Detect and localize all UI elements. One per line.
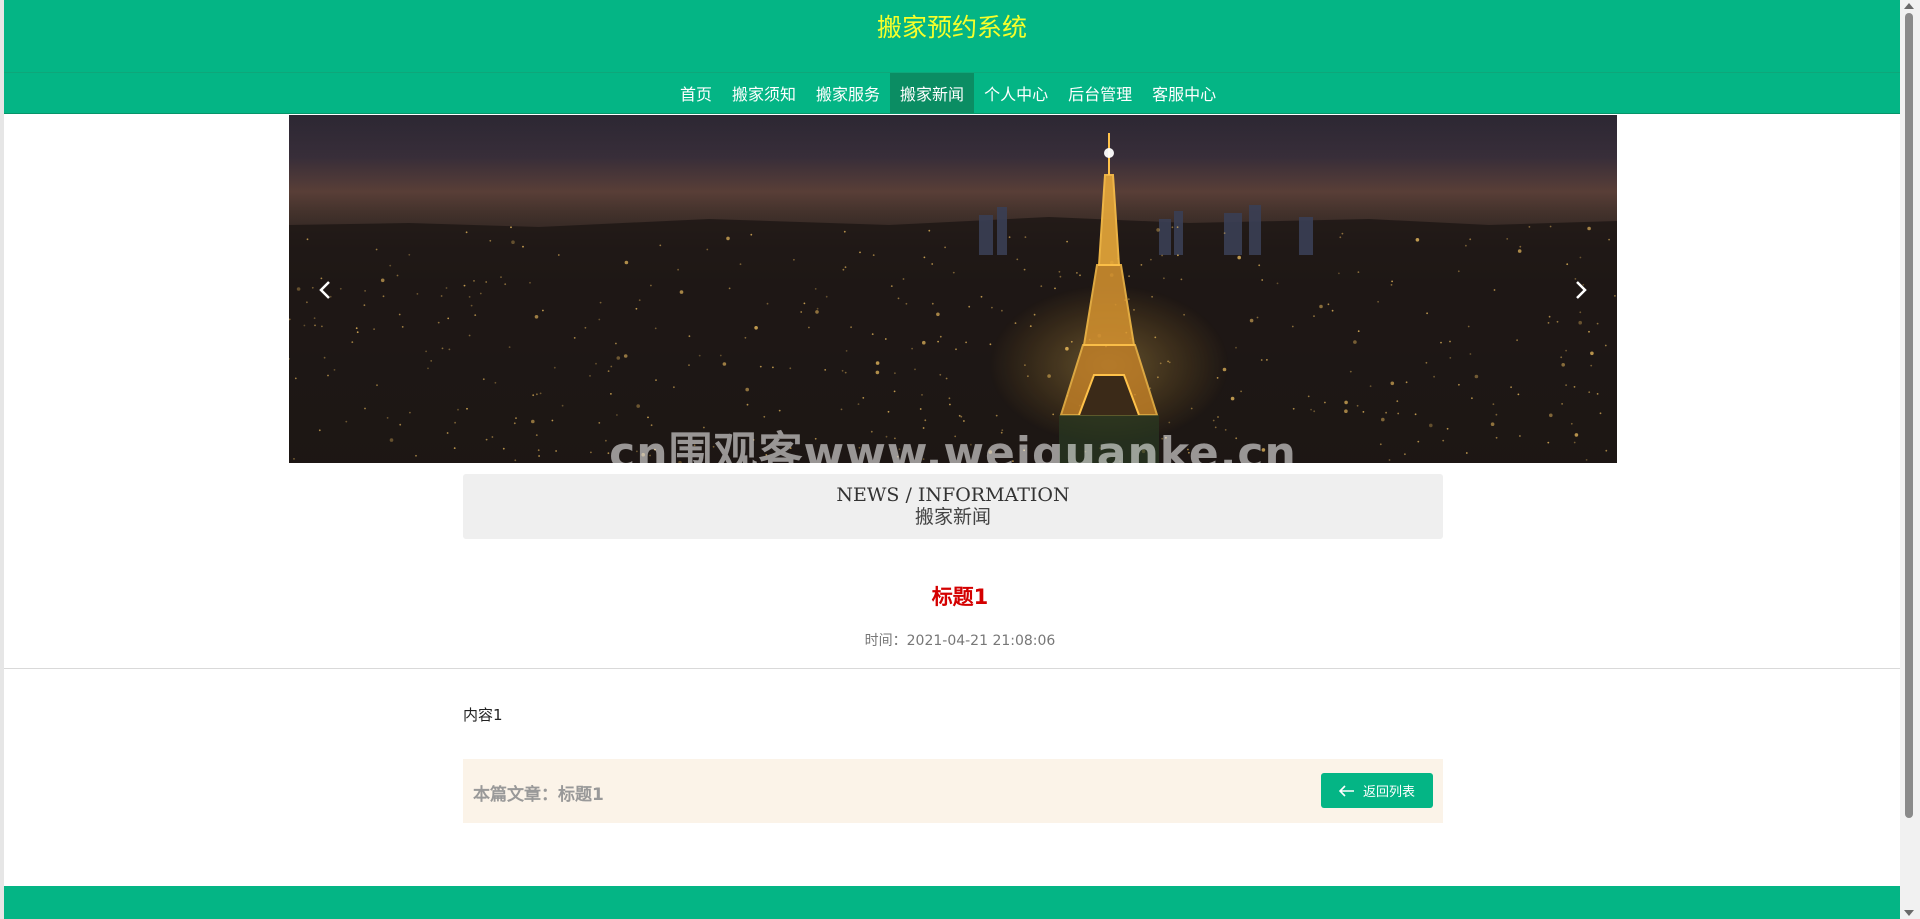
page: 搬家预约系统 首页 搬家须知 搬家服务 搬家新闻 个人中心 后台管理 客服中心 [0, 0, 1920, 919]
arrow-left-icon [1338, 784, 1354, 797]
carousel-prev-button[interactable] [305, 270, 345, 310]
scrollbar-thumb[interactable] [1905, 13, 1913, 818]
site-title: 搬家预约系统 [876, 13, 1027, 42]
section-title-en: NEWS / INFORMATION [836, 484, 1070, 506]
footer-bar [4, 886, 1900, 919]
chevron-left-icon [319, 281, 330, 299]
divider [4, 668, 1900, 669]
nav-item-personal-center[interactable]: 个人中心 [974, 73, 1058, 113]
banner-carousel: cn围观客www.weiguanke.cn [289, 115, 1617, 463]
nav-list: 首页 搬家须知 搬家服务 搬家新闻 个人中心 后台管理 客服中心 [670, 73, 1226, 113]
nav-item-home[interactable]: 首页 [670, 73, 722, 113]
chevron-right-icon [1576, 281, 1587, 299]
nav-item-customer-service[interactable]: 客服中心 [1142, 73, 1226, 113]
carousel-next-button[interactable] [1561, 270, 1601, 310]
nav-item-admin[interactable]: 后台管理 [1058, 73, 1142, 113]
main-navbar: 首页 搬家须知 搬家服务 搬家新闻 个人中心 后台管理 客服中心 [4, 72, 1900, 114]
current-article-label: 本篇文章：标题1 [473, 785, 604, 805]
back-to-list-label: 返回列表 [1362, 785, 1415, 800]
banner-image [289, 115, 1617, 463]
scroll-down-icon[interactable] [1904, 910, 1914, 916]
article-footer: 本篇文章：标题1 返回列表 [463, 759, 1443, 823]
article-content: 内容1 [463, 706, 503, 724]
site-header: 搬家预约系统 [4, 0, 1900, 72]
article-title: 标题1 [931, 585, 989, 609]
watermark: cn围观客www.weiguanke.cn [609, 428, 1297, 463]
page-scrollbar[interactable] [1900, 0, 1920, 919]
nav-item-news[interactable]: 搬家新闻 [890, 73, 975, 113]
section-title-cn: 搬家新闻 [914, 506, 991, 528]
left-edge [0, 0, 4, 919]
back-to-list-button[interactable]: 返回列表 [1321, 773, 1433, 808]
nav-item-services[interactable]: 搬家服务 [806, 73, 890, 113]
nav-item-notice[interactable]: 搬家须知 [722, 73, 806, 113]
article-time: 时间：2021-04-21 21:08:06 [864, 633, 1056, 649]
section-header: NEWS / INFORMATION 搬家新闻 [463, 474, 1443, 539]
scroll-up-icon[interactable] [1904, 3, 1914, 9]
